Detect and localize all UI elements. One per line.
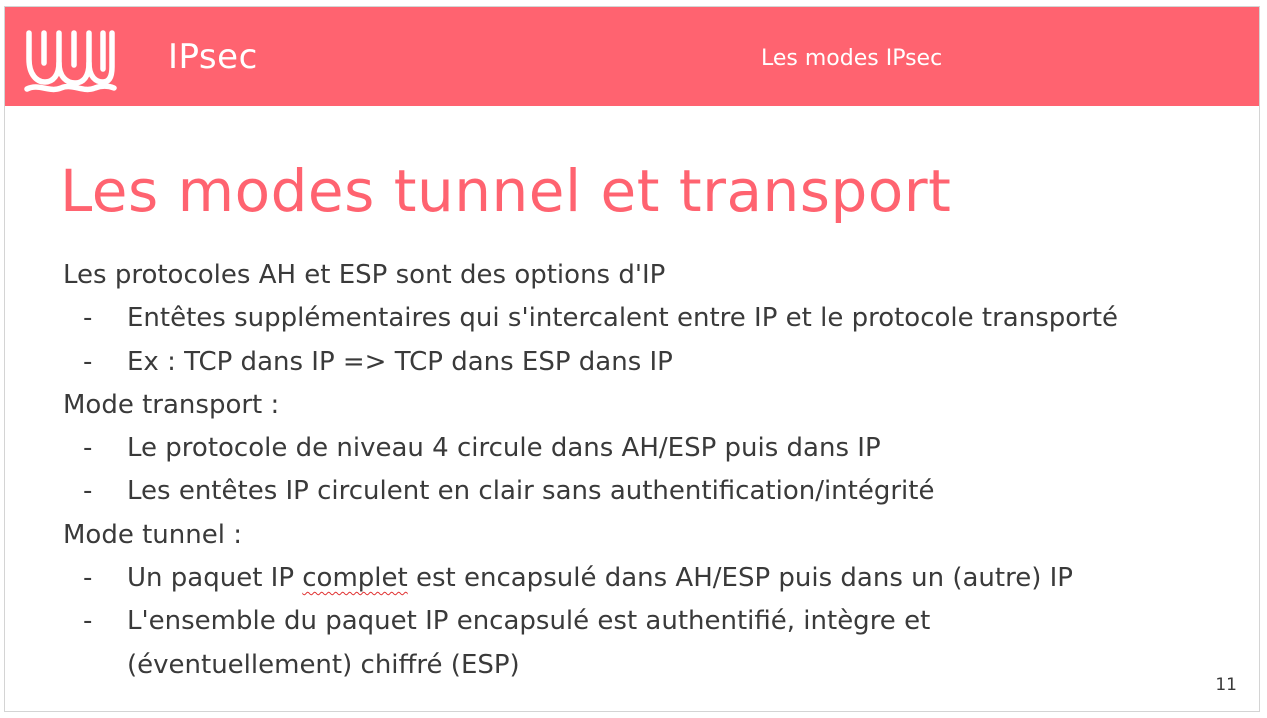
list-item-text: Le protocole de niveau 4 circule dans AH…	[127, 433, 881, 464]
bullet-dash: -	[83, 303, 93, 334]
list-item: - Entêtes supplémentaires qui s'intercal…	[63, 297, 1253, 340]
header-brand: IPsec	[168, 37, 258, 77]
bullet-dash: -	[83, 476, 93, 507]
slide-title: Les modes tunnel et transport	[60, 157, 952, 225]
header-section-title: Les modes IPsec	[761, 46, 943, 71]
list-item-text: Les entêtes IP circulent en clair sans a…	[127, 476, 935, 507]
slide-body: Les protocoles AH et ESP sont des option…	[63, 254, 1253, 687]
list-item-text: Entêtes supplémentaires qui s'intercalen…	[127, 303, 1119, 334]
bullet-dash: -	[83, 563, 93, 594]
list-item: - L'ensemble du paquet IP encapsulé est …	[63, 600, 1127, 687]
bullet-dash: -	[83, 346, 93, 377]
list-item-text-after: est encapsulé dans AH/ESP puis dans un (…	[407, 563, 1073, 594]
bullet-dash: -	[83, 606, 93, 637]
block-heading: Mode transport :	[63, 389, 280, 420]
block-heading: Les protocoles AH et ESP sont des option…	[63, 260, 666, 290]
list-item: - Le protocole de niveau 4 circule dans …	[63, 427, 1253, 470]
list-item: - Ex : TCP dans IP => TCP dans ESP dans …	[63, 341, 1253, 384]
block-heading: Mode tunnel :	[63, 519, 242, 550]
list-item-text-before: Un paquet IP	[127, 563, 303, 594]
slide-header: IPsec Les modes IPsec	[5, 7, 1259, 106]
list-item: - Les entêtes IP circulent en clair sans…	[63, 470, 1253, 513]
list-item-text: Un paquet IP complet est encapsulé dans …	[127, 563, 1073, 593]
list-item-text: L'ensemble du paquet IP encapsulé est au…	[127, 606, 931, 680]
list-item-text: Ex : TCP dans IP => TCP dans ESP dans IP	[127, 346, 673, 377]
wavy-hand-logo-icon	[24, 30, 117, 93]
bullet-dash: -	[83, 433, 93, 464]
slide: IPsec Les modes IPsec Les modes tunnel e…	[4, 6, 1260, 712]
page-number: 11	[1215, 675, 1237, 695]
spellcheck-underlined-word: complet	[302, 563, 408, 594]
list-item: - Un paquet IP complet est encapsulé dan…	[63, 557, 1253, 600]
